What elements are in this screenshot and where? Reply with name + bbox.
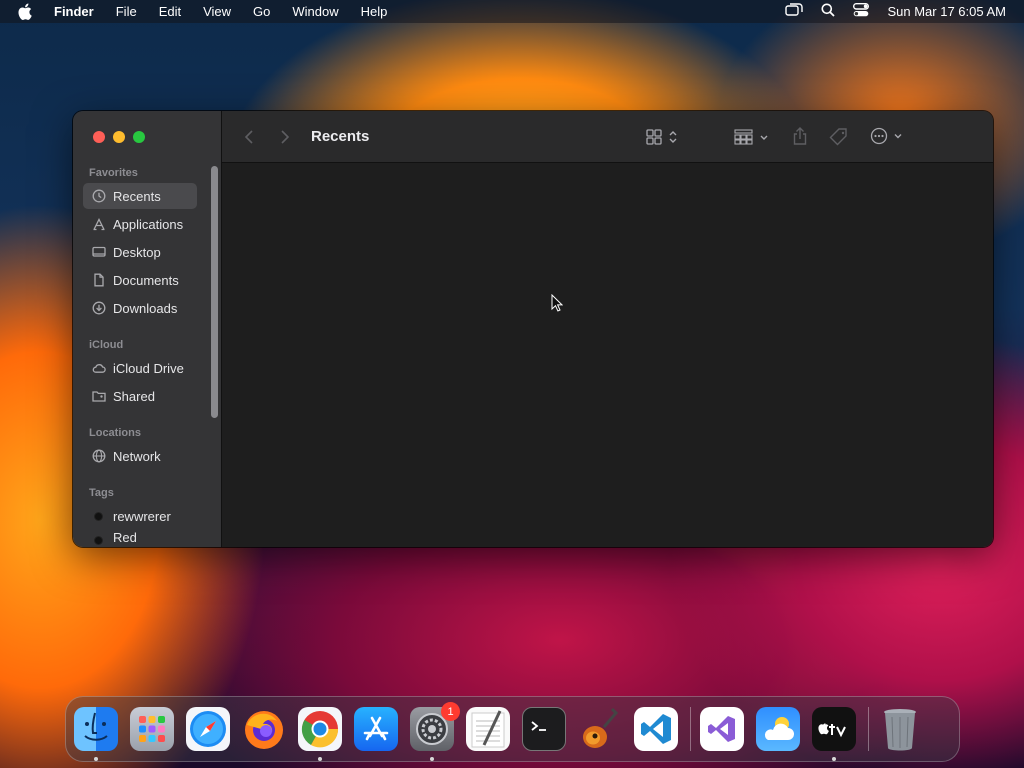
sidebar-item-recents[interactable]: Recents xyxy=(83,183,197,209)
applications-icon xyxy=(91,216,107,232)
weather-icon[interactable] xyxy=(756,707,800,751)
finder-toolbar: Recents xyxy=(222,111,993,163)
desktop-icon xyxy=(91,244,107,260)
finder-sidebar: Favorites Recents Applications Desktop D… xyxy=(73,111,222,547)
sidebar-item-label: Applications xyxy=(113,216,184,232)
document-icon xyxy=(91,272,107,288)
launchpad-icon[interactable] xyxy=(130,707,174,751)
control-center-icon[interactable] xyxy=(853,2,870,20)
sidebar-item-label: Network xyxy=(113,448,161,464)
sidebar-item-shared[interactable]: Shared xyxy=(83,383,197,409)
icon-view-toggle[interactable] xyxy=(646,128,682,146)
menu-window[interactable]: Window xyxy=(292,4,338,19)
sidebar-item-tag[interactable]: rewwrerer xyxy=(83,503,197,529)
tag-color-dot xyxy=(94,536,103,545)
menu-view[interactable]: View xyxy=(203,4,231,19)
terminal-icon[interactable] xyxy=(522,707,566,751)
sidebar-item-downloads[interactable]: Downloads xyxy=(83,295,197,321)
clock-icon xyxy=(91,188,107,204)
dock: 1 xyxy=(65,696,960,762)
textedit-icon[interactable] xyxy=(466,707,510,751)
running-indicator xyxy=(832,757,836,761)
menubar-clock[interactable]: Sun Mar 17 6:05 AM xyxy=(887,4,1006,19)
garageband-icon[interactable] xyxy=(578,707,622,751)
sidebar-item-label: Red xyxy=(113,530,137,545)
sidebar-section-favorites: Favorites xyxy=(89,167,138,179)
sidebar-item-documents[interactable]: Documents xyxy=(83,267,197,293)
sidebar-item-label: Desktop xyxy=(113,244,161,260)
shared-folder-icon xyxy=(91,388,107,404)
sidebar-item-label: Downloads xyxy=(113,300,178,316)
menu-edit[interactable]: Edit xyxy=(159,4,181,19)
close-window-button[interactable] xyxy=(93,131,105,143)
group-by-button[interactable] xyxy=(734,128,770,146)
zoom-window-button[interactable] xyxy=(133,131,145,143)
trash-icon[interactable] xyxy=(878,707,922,751)
menu-help[interactable]: Help xyxy=(361,4,388,19)
sidebar-item-label: Documents xyxy=(113,272,179,288)
file-list-area[interactable] xyxy=(222,164,993,547)
finder-content: Recents xyxy=(222,111,993,547)
system-settings-icon[interactable]: 1 xyxy=(410,702,460,761)
forward-button[interactable] xyxy=(280,129,290,145)
finder-window: Favorites Recents Applications Desktop D… xyxy=(73,111,993,547)
sidebar-item-label: Recents xyxy=(113,188,161,204)
sidebar-item-icloud-drive[interactable]: iCloud Drive xyxy=(83,355,197,381)
minimize-window-button[interactable] xyxy=(113,131,125,143)
window-controls xyxy=(93,131,145,143)
menu-app-name[interactable]: Finder xyxy=(54,4,94,19)
firefox-icon[interactable] xyxy=(242,707,286,751)
apple-menu-icon[interactable] xyxy=(17,3,39,20)
menu-go[interactable]: Go xyxy=(253,4,270,19)
sidebar-item-label: iCloud Drive xyxy=(113,360,184,376)
tag-icon[interactable] xyxy=(829,127,849,147)
menu-bar: Finder File Edit View Go Window Help Sun… xyxy=(0,0,1024,23)
sidebar-section-icloud: iCloud xyxy=(89,339,124,351)
screen-mirroring-icon[interactable] xyxy=(785,3,804,20)
window-title: Recents xyxy=(311,128,370,145)
menu-file[interactable]: File xyxy=(116,4,137,19)
sidebar-section-locations: Locations xyxy=(89,427,141,439)
sidebar-section-tags: Tags xyxy=(89,487,114,499)
sidebar-item-applications[interactable]: Applications xyxy=(83,211,197,237)
tag-color-dot xyxy=(94,511,103,521)
spotlight-search-icon[interactable] xyxy=(821,3,836,20)
mouse-pointer-icon xyxy=(551,293,564,317)
more-actions-button[interactable] xyxy=(870,127,906,145)
back-button[interactable] xyxy=(244,129,254,145)
running-indicator xyxy=(430,757,434,761)
sidebar-item-tag-red[interactable]: Red xyxy=(83,530,197,547)
dock-separator xyxy=(868,707,869,751)
share-icon[interactable] xyxy=(792,126,808,146)
running-indicator xyxy=(94,757,98,761)
apple-tv-icon[interactable] xyxy=(812,707,856,761)
download-icon xyxy=(91,300,107,316)
visual-studio-icon[interactable] xyxy=(700,707,744,751)
dock-separator xyxy=(690,707,691,751)
vscode-icon[interactable] xyxy=(634,707,678,751)
sidebar-scrollbar[interactable] xyxy=(211,166,218,418)
sidebar-item-network[interactable]: Network xyxy=(83,443,197,469)
notification-badge: 1 xyxy=(441,702,460,721)
sidebar-item-label: rewwrerer xyxy=(113,508,171,524)
sidebar-item-label: Shared xyxy=(113,388,155,404)
app-store-icon[interactable] xyxy=(354,707,398,751)
chrome-icon[interactable] xyxy=(298,707,342,761)
safari-icon[interactable] xyxy=(186,707,230,751)
running-indicator xyxy=(318,757,322,761)
finder-icon[interactable] xyxy=(74,707,118,761)
globe-icon xyxy=(91,448,107,464)
sidebar-item-desktop[interactable]: Desktop xyxy=(83,239,197,265)
cloud-icon xyxy=(91,360,107,376)
